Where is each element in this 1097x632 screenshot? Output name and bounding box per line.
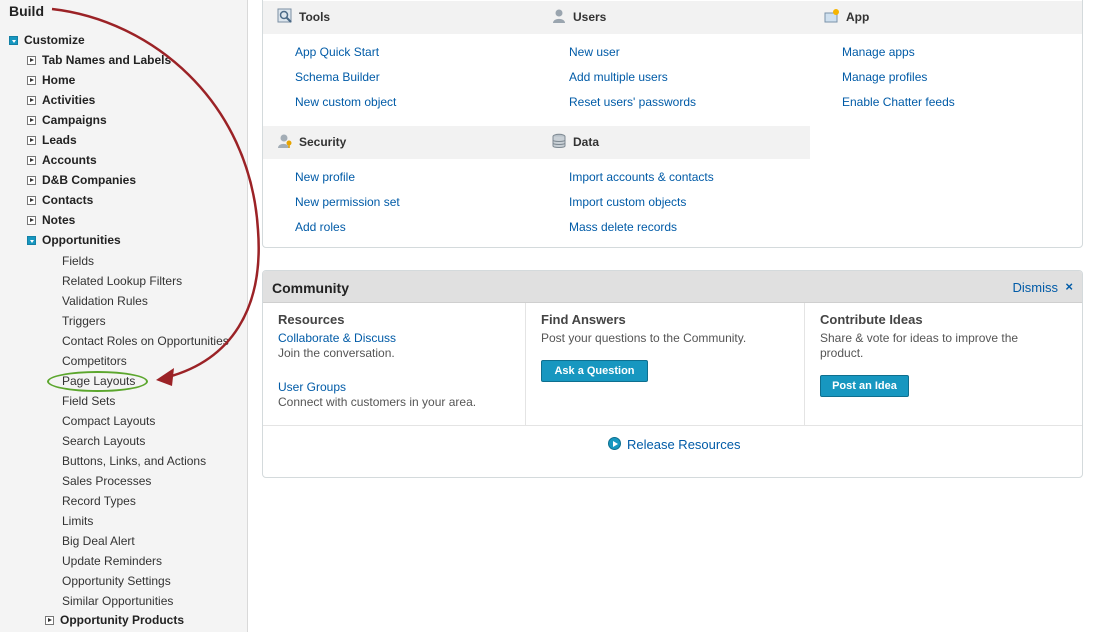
setup-quick-links: Tools App Quick Start Schema Builder New…: [262, 0, 1083, 248]
expand-toggle-icon[interactable]: [27, 136, 36, 145]
community-panel: Community Dismiss × Resources Collaborat…: [262, 270, 1083, 478]
tree-leaf-page-layouts[interactable]: Page Layouts: [62, 372, 135, 390]
tree-node-dnb-companies[interactable]: D&B Companies: [27, 171, 136, 189]
link-enable-chatter-feeds[interactable]: Enable Chatter feeds: [842, 95, 955, 109]
tree-leaf-limits[interactable]: Limits: [62, 512, 93, 530]
close-icon[interactable]: ×: [1065, 279, 1073, 294]
tree-leaf-opportunity-settings[interactable]: Opportunity Settings: [62, 572, 171, 590]
link-new-profile[interactable]: New profile: [295, 170, 355, 184]
tree-leaf-field-sets[interactable]: Field Sets: [62, 392, 115, 410]
link-app-quick-start[interactable]: App Quick Start: [295, 45, 379, 59]
section-app: App: [810, 1, 1082, 34]
find-answers-title: Find Answers: [541, 312, 626, 327]
tree-leaf-search-layouts[interactable]: Search Layouts: [62, 432, 145, 450]
link-manage-apps[interactable]: Manage apps: [842, 45, 915, 59]
link-import-accounts-contacts[interactable]: Import accounts & contacts: [569, 170, 714, 184]
resources-title: Resources: [278, 312, 345, 327]
tree-leaf-related-lookup-filters[interactable]: Related Lookup Filters: [62, 272, 182, 290]
link-new-user[interactable]: New user: [569, 45, 620, 59]
tree-leaf-validation-rules[interactable]: Validation Rules: [62, 292, 148, 310]
database-icon: [551, 129, 567, 148]
tree-leaf-similar-opportunities[interactable]: Similar Opportunities: [62, 592, 173, 610]
expand-toggle-icon[interactable]: [27, 56, 36, 65]
tree-leaf-big-deal-alert[interactable]: Big Deal Alert: [62, 532, 135, 550]
tree-leaf-triggers[interactable]: Triggers: [62, 312, 106, 330]
find-answers-text: Post your questions to the Community.: [541, 331, 747, 345]
tools-icon: [277, 4, 293, 23]
setup-sidebar: Build Customize Tab Names and Labels Hom…: [0, 0, 248, 632]
link-release-resources[interactable]: Release Resources: [627, 437, 740, 452]
tree-leaf-competitors[interactable]: Competitors: [62, 352, 127, 370]
resources-text-2: Connect with customers in your area.: [278, 395, 477, 409]
section-data: Data: [537, 126, 810, 159]
tree-node-tab-names[interactable]: Tab Names and Labels: [27, 51, 171, 69]
link-new-permission-set[interactable]: New permission set: [295, 195, 400, 209]
tree-node-leads[interactable]: Leads: [27, 131, 77, 149]
section-users: Users: [537, 1, 810, 34]
section-security: Security: [263, 126, 537, 159]
sidebar-title: Build: [9, 3, 44, 19]
dismiss-link[interactable]: Dismiss: [1013, 280, 1059, 295]
tree-node-accounts[interactable]: Accounts: [27, 151, 97, 169]
community-footer: Release Resources: [263, 425, 1082, 477]
link-add-multiple-users[interactable]: Add multiple users: [569, 70, 668, 84]
expand-toggle-icon[interactable]: [45, 616, 54, 625]
collapse-toggle-icon[interactable]: [9, 36, 18, 45]
tree-node-opportunities[interactable]: Opportunities: [27, 231, 121, 249]
ask-question-button[interactable]: Ask a Question: [541, 360, 648, 382]
community-header: Community Dismiss ×: [263, 271, 1082, 303]
tree-leaf-update-reminders[interactable]: Update Reminders: [62, 552, 162, 570]
link-import-custom-objects[interactable]: Import custom objects: [569, 195, 686, 209]
app-icon: [824, 4, 840, 23]
tree-leaf-contact-roles[interactable]: Contact Roles on Opportunities: [62, 332, 229, 350]
tree-node-customize[interactable]: Customize: [9, 31, 85, 49]
expand-toggle-icon[interactable]: [27, 216, 36, 225]
expand-toggle-icon[interactable]: [27, 196, 36, 205]
contribute-ideas-text: Share & vote for ideas to improve the pr…: [820, 331, 1019, 360]
find-answers-column: Find Answers Post your questions to the …: [526, 303, 805, 425]
post-idea-button[interactable]: Post an Idea: [820, 375, 909, 397]
tree-leaf-record-types[interactable]: Record Types: [62, 492, 136, 510]
tree-node-contacts[interactable]: Contacts: [27, 191, 93, 209]
resources-text-1: Join the conversation.: [278, 346, 395, 360]
tree-node-campaigns[interactable]: Campaigns: [27, 111, 107, 129]
contribute-ideas-title: Contribute Ideas: [820, 312, 923, 327]
link-mass-delete-records[interactable]: Mass delete records: [569, 220, 677, 234]
expand-toggle-icon[interactable]: [27, 96, 36, 105]
link-user-groups[interactable]: User Groups: [278, 380, 346, 394]
community-title: Community: [272, 280, 349, 296]
expand-toggle-icon[interactable]: [27, 156, 36, 165]
tree-leaf-fields[interactable]: Fields: [62, 252, 94, 270]
contribute-ideas-column: Contribute Ideas Share & vote for ideas …: [805, 303, 1082, 425]
tree-leaf-compact-layouts[interactable]: Compact Layouts: [62, 412, 155, 430]
expand-toggle-icon[interactable]: [27, 116, 36, 125]
resources-column: Resources Collaborate & Discuss Join the…: [263, 303, 526, 425]
link-manage-profiles[interactable]: Manage profiles: [842, 70, 927, 84]
link-reset-passwords[interactable]: Reset users' passwords: [569, 95, 696, 109]
tree-leaf-buttons-links-actions[interactable]: Buttons, Links, and Actions: [62, 452, 206, 470]
expand-toggle-icon[interactable]: [27, 176, 36, 185]
tree-node-opportunity-products[interactable]: Opportunity Products: [45, 611, 184, 629]
collapse-toggle-icon[interactable]: [27, 236, 36, 245]
security-icon: [277, 129, 293, 148]
play-icon[interactable]: [608, 437, 621, 450]
tree-leaf-sales-processes[interactable]: Sales Processes: [62, 472, 151, 490]
link-new-custom-object[interactable]: New custom object: [295, 95, 396, 109]
link-add-roles[interactable]: Add roles: [295, 220, 346, 234]
tree-node-notes[interactable]: Notes: [27, 211, 75, 229]
user-icon: [551, 4, 567, 23]
tree-node-activities[interactable]: Activities: [27, 91, 95, 109]
link-schema-builder[interactable]: Schema Builder: [295, 70, 380, 84]
expand-toggle-icon[interactable]: [27, 76, 36, 85]
tree-node-home[interactable]: Home: [27, 71, 75, 89]
link-collaborate-discuss[interactable]: Collaborate & Discuss: [278, 331, 396, 345]
section-tools: Tools: [263, 1, 537, 34]
